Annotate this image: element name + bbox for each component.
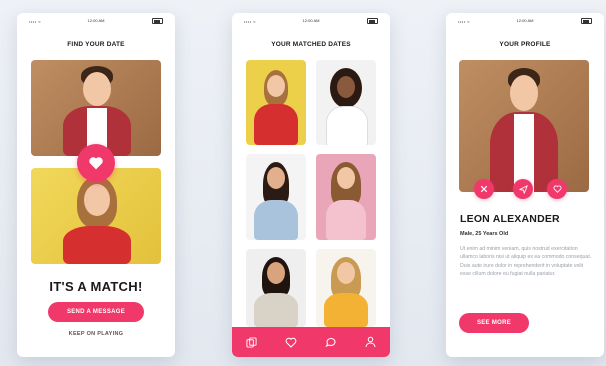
status-bar: •••• ≈ 12:00 AM xyxy=(17,13,175,27)
profile-bio: Ut enim ad minim veniam, quis nostrud ex… xyxy=(460,246,592,277)
profile-name: LEON ALEXANDER xyxy=(460,213,560,225)
date-card[interactable] xyxy=(246,154,306,240)
app-showcase: •••• ≈ 12:00 AM FIND YOUR DATE IT'S A MA… xyxy=(0,0,606,366)
date-card[interactable] xyxy=(246,60,306,145)
match-photo-woman[interactable] xyxy=(31,168,161,264)
status-bar: •••• ≈ 12:00 AM xyxy=(232,13,390,27)
cards-icon[interactable] xyxy=(246,336,258,348)
screen-title: YOUR PROFILE xyxy=(499,41,551,48)
date-card[interactable] xyxy=(316,60,376,145)
date-card[interactable] xyxy=(316,154,376,240)
battery-icon xyxy=(152,18,163,24)
find-date-screen: •••• ≈ 12:00 AM FIND YOUR DATE IT'S A MA… xyxy=(17,13,175,357)
user-icon[interactable] xyxy=(364,336,376,348)
match-photo-man[interactable] xyxy=(31,60,161,156)
date-card[interactable] xyxy=(316,249,376,327)
match-heading: IT'S A MATCH! xyxy=(49,279,143,294)
close-icon xyxy=(480,185,488,193)
see-more-button[interactable]: SEE MORE xyxy=(459,313,529,333)
send-icon xyxy=(518,184,528,194)
like-button[interactable] xyxy=(547,179,567,199)
bottom-tab-bar xyxy=(232,327,390,357)
keep-playing-link[interactable]: KEEP ON PLAYING xyxy=(17,331,175,337)
date-card[interactable] xyxy=(246,249,306,327)
battery-icon xyxy=(581,18,592,24)
matched-dates-screen: •••• ≈ 12:00 AM YOUR MATCHED DATES xyxy=(232,13,390,357)
profile-screen: •••• ≈ 12:00 AM YOUR PROFILE LEON ALEXAN… xyxy=(446,13,604,357)
send-button[interactable] xyxy=(513,179,533,199)
dismiss-button[interactable] xyxy=(474,179,494,199)
screen-title: YOUR MATCHED DATES xyxy=(271,41,351,48)
chat-icon[interactable] xyxy=(325,336,337,348)
heart-icon[interactable] xyxy=(285,336,297,348)
status-bar: •••• ≈ 12:00 AM xyxy=(446,13,604,27)
screen-title: FIND YOUR DATE xyxy=(67,41,125,48)
heart-icon xyxy=(553,185,561,193)
send-message-button[interactable]: SEND A MESSAGE xyxy=(48,302,144,322)
profile-photo xyxy=(459,60,589,192)
profile-details: Male, 25 Years Old xyxy=(460,231,509,237)
battery-icon xyxy=(367,18,378,24)
match-heart-icon xyxy=(77,144,115,182)
